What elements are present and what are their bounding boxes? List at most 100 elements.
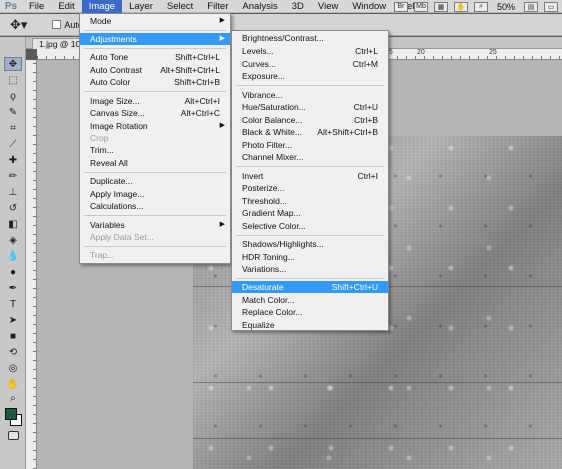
menu-file[interactable]: File (22, 0, 51, 13)
3d-rotate-tool-icon[interactable]: ⟲ (4, 345, 22, 359)
menu-item-replace-color[interactable]: Replace Color... (232, 306, 388, 318)
menu-item-black-white[interactable]: Black & White... Alt+Shift+Ctrl+B (232, 126, 388, 138)
menu-item-posterize[interactable]: Posterize... (232, 182, 388, 194)
bridge-icon[interactable]: Br (393, 1, 408, 12)
menu-separator (84, 48, 226, 49)
zoom-tool-icon[interactable]: ⌕ (4, 391, 22, 405)
menu-item-image-rotation[interactable]: Image Rotation ▶ (80, 120, 230, 132)
paint-bucket-tool-icon[interactable]: ◈ (4, 233, 22, 247)
eyedropper-tool-icon[interactable]: ⟋ (4, 137, 22, 151)
menu-item-vibrance[interactable]: Vibrance... (232, 89, 388, 101)
brush-tool-icon[interactable]: ✏ (4, 169, 22, 183)
menu-item-trim[interactable]: Trim... (80, 144, 230, 156)
adjustments-submenu: Brightness/Contrast... Levels... Ctrl+L C… (231, 30, 389, 331)
healing-brush-tool-icon[interactable]: ✚ (4, 153, 22, 167)
crop-tool-icon[interactable]: ⌗ (4, 121, 22, 135)
move-tool-icon[interactable]: ✥ (4, 57, 22, 71)
menu-item-image-size[interactable]: Image Size... Alt+Ctrl+I (80, 95, 230, 107)
menu-item-brightness-contrast[interactable]: Brightness/Contrast... (232, 32, 388, 44)
menu-item-match-color[interactable]: Match Color... (232, 294, 388, 306)
quick-selection-tool-icon[interactable]: ✎ (4, 105, 22, 119)
submenu-arrow-icon: ▶ (219, 122, 225, 129)
image-menu: Mode ▶ Adjustments ▶ Auto Tone Shift+Ctrl+L… (79, 13, 231, 264)
photoshop-logo: Ps (4, 0, 18, 12)
hand-icon[interactable]: ✋ (453, 1, 468, 12)
menu-item-canvas-size[interactable]: Canvas Size... Alt+Ctrl+C (80, 107, 230, 119)
clone-stamp-tool-icon[interactable]: ⊥ (4, 185, 22, 199)
menu-item-exposure[interactable]: Exposure... (232, 70, 388, 82)
lasso-tool-icon[interactable]: ϙ (4, 89, 22, 103)
menu-item-desaturate[interactable]: Desaturate Shift+Ctrl+U (232, 281, 388, 293)
menu-item-calculations[interactable]: Calculations... (80, 200, 230, 212)
submenu-arrow-icon: ▶ (219, 221, 225, 228)
menu-item-auto-color[interactable]: Auto Color Shift+Ctrl+B (80, 76, 230, 88)
shape-tool-icon[interactable]: ■ (4, 329, 22, 343)
menu-item-channel-mixer[interactable]: Channel Mixer... (232, 151, 388, 163)
menu-item-hue-saturation[interactable]: Hue/Saturation... Ctrl+U (232, 101, 388, 113)
image-plank-line (193, 382, 562, 383)
menu-item-equalize[interactable]: Equalize (232, 319, 388, 331)
ruler-label: 25 (489, 49, 497, 56)
3d-orbit-tool-icon[interactable]: ◎ (4, 361, 22, 375)
screen-mode-icon[interactable]: ▭ (544, 1, 558, 12)
menu-item-photo-filter[interactable]: Photo Filter... (232, 139, 388, 151)
menu-item-auto-tone[interactable]: Auto Tone Shift+Ctrl+L (80, 51, 230, 63)
menu-item-levels[interactable]: Levels... Ctrl+L (232, 45, 388, 57)
dodge-tool-icon[interactable]: ● (4, 265, 22, 279)
marquee-tool-icon[interactable]: ⬚ (4, 73, 22, 87)
arrange-documents-icon[interactable]: ▤ (524, 1, 538, 12)
pen-tool-icon[interactable]: ✒ (4, 281, 22, 295)
menu-window[interactable]: Window (345, 0, 393, 13)
menu-select[interactable]: Select (160, 0, 200, 13)
menu-item-curves[interactable]: Curves... Ctrl+M (232, 58, 388, 70)
menu-item-adjustments[interactable]: Adjustments ▶ (80, 33, 230, 45)
submenu-arrow-icon: ▶ (219, 35, 225, 42)
menu-item-mode[interactable]: Mode ▶ (80, 15, 230, 27)
vertical-ruler (26, 60, 37, 469)
move-tool-preset-icon[interactable]: ✥▾ (10, 17, 27, 33)
menu-view[interactable]: View (311, 0, 345, 13)
menu-item-gradient-map[interactable]: Gradient Map... (232, 207, 388, 219)
toolbox: ✥ ⬚ ϙ ✎ ⌗ ⟋ ✚ ✏ ⊥ ↺ ◧ ◈ 💧 ● ✒ T ➤ ■ ⟲ ◎ … (0, 37, 26, 469)
menu-item-apply-image[interactable]: Apply Image... (80, 188, 230, 200)
auto-select-checkbox[interactable] (52, 20, 62, 29)
menu-separator (84, 91, 226, 92)
zoom-level[interactable]: 50% (494, 2, 518, 12)
menu-edit[interactable]: Edit (51, 0, 81, 13)
menu-item-variations[interactable]: Variations... (232, 263, 388, 275)
ruler-label: 20 (417, 49, 425, 56)
menu-item-duplicate[interactable]: Duplicate... (80, 175, 230, 187)
menu-separator (236, 235, 384, 236)
extras-icon[interactable]: ▦ (433, 1, 448, 12)
menu-item-invert[interactable]: Invert Ctrl+I (232, 170, 388, 182)
menu-separator (84, 30, 226, 31)
history-brush-tool-icon[interactable]: ↺ (4, 201, 22, 215)
menu-item-shadows-highlights[interactable]: Shadows/Highlights... (232, 238, 388, 250)
menu-image[interactable]: Image (81, 0, 123, 13)
menu-separator (236, 166, 384, 167)
menu-separator (236, 278, 384, 279)
blur-tool-icon[interactable]: 💧 (4, 249, 22, 263)
menu-item-color-balance[interactable]: Color Balance... Ctrl+B (232, 114, 388, 126)
hand-tool-icon[interactable]: ✋ (4, 377, 22, 391)
foreground-color-swatch[interactable] (5, 408, 17, 420)
menu-item-hdr-toning[interactable]: HDR Toning... (232, 251, 388, 263)
path-selection-tool-icon[interactable]: ➤ (4, 313, 22, 327)
image-plank-line (193, 438, 562, 439)
menu-analysis[interactable]: Analysis (235, 0, 284, 13)
eraser-tool-icon[interactable]: ◧ (4, 217, 22, 231)
quick-mask-icon[interactable] (8, 431, 19, 440)
menu-filter[interactable]: Filter (200, 0, 235, 13)
menu-item-selective-color[interactable]: Selective Color... (232, 220, 388, 232)
menu-layer[interactable]: Layer (122, 0, 160, 13)
menu-bar: Ps File Edit Image Layer Select Filter A… (0, 0, 562, 13)
menu-separator (84, 246, 226, 247)
menu-item-threshold[interactable]: Threshold... (232, 195, 388, 207)
menu-3d[interactable]: 3D (285, 0, 311, 13)
mini-bridge-icon[interactable]: Mb (413, 1, 428, 12)
menu-item-auto-contrast[interactable]: Auto Contrast Alt+Shift+Ctrl+L (80, 64, 230, 76)
menu-item-reveal-all[interactable]: Reveal All (80, 157, 230, 169)
type-tool-icon[interactable]: T (4, 297, 22, 311)
menu-item-variables[interactable]: Variables ▶ (80, 219, 230, 231)
zoom-tool-icon[interactable]: ⌕ (473, 1, 488, 12)
